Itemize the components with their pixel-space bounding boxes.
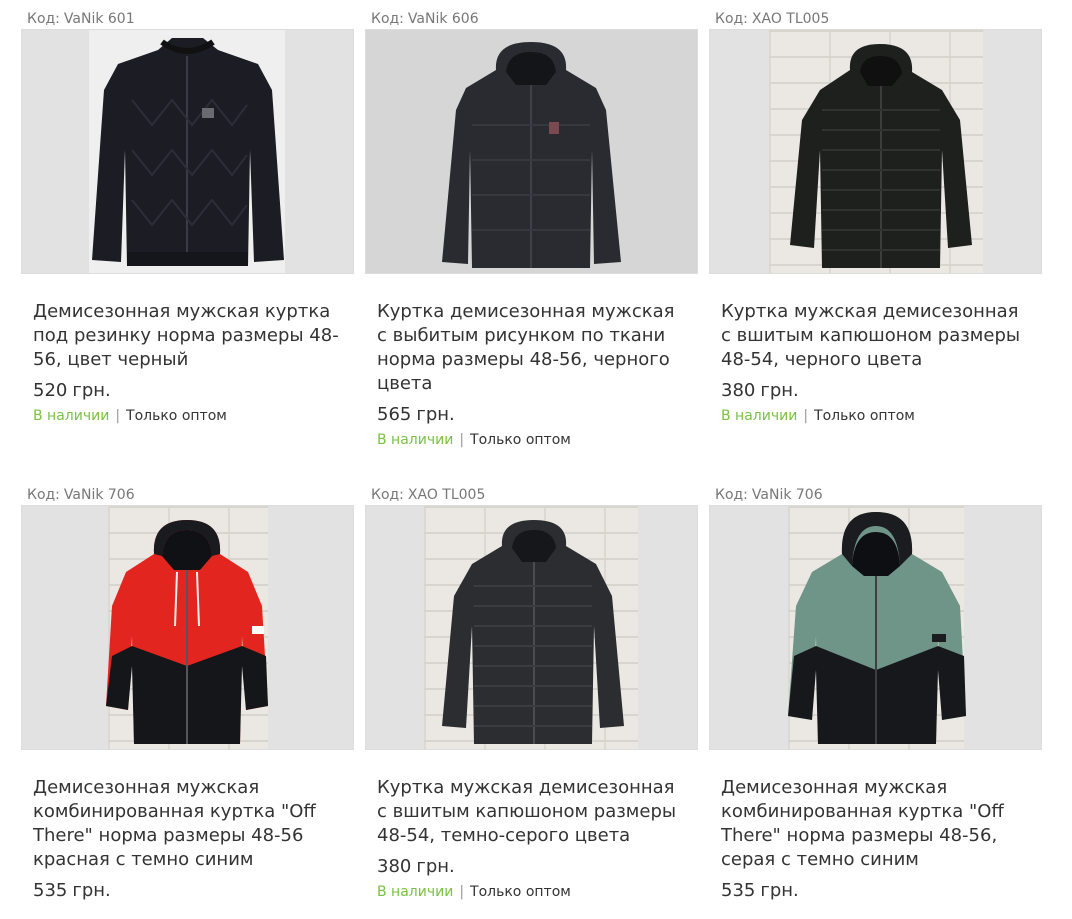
stock-status: В наличии [33,408,110,424]
product-image[interactable] [21,505,354,750]
product-title-link[interactable]: Демисезонная мужская комбинированная кур… [721,776,1030,872]
product-code-label: Код: [27,487,60,503]
product-image[interactable] [365,505,698,750]
product-code-label: Код: [371,11,404,27]
product-card: Код: XAO TL005 Куртка мужская демисезонна… [365,485,698,901]
product-title-link[interactable]: Демисезонная мужская комбинированная кур… [33,776,342,872]
product-code-value: VaNik 606 [407,11,479,27]
product-code-value: XAO TL005 [751,11,830,27]
wholesale-note: Только оптом [470,432,571,448]
stock-status: В наличии [721,408,798,424]
jacket-photo [788,512,966,744]
product-code-value: VaNik 601 [63,11,135,27]
price-currency: грн. [72,380,111,401]
product-availability: В наличии | Только оптом [721,407,1030,425]
product-code-label: Код: [715,11,748,27]
price-value: 565 [377,404,412,425]
jacket-photo [442,42,621,268]
price-value: 535 [721,880,756,901]
meta-separator: | [803,408,809,424]
product-image[interactable] [365,29,698,274]
price-currency: грн. [760,380,799,401]
product-grid: Код: VaNik 601 Демисезонная мужская куртк… [0,0,1072,919]
product-price: 380 грн. [721,379,1030,403]
product-card: Код: VaNik 606 Куртка демисезонная мужска… [365,9,698,449]
stock-status: В наличии [377,432,454,448]
product-price: 535 грн. [721,879,1030,903]
price-value: 520 [33,380,68,401]
price-value: 380 [377,856,412,877]
meta-separator: | [115,408,121,424]
product-code: Код: VaNik 706 [21,485,354,505]
product-code-value: VaNik 706 [751,487,823,503]
product-price: 520 грн. [33,379,342,403]
product-card: Код: VaNik 706 Демисезонная мужская комби… [709,485,1042,903]
wholesale-note: Только оптом [470,884,571,900]
price-currency: грн. [416,404,455,425]
product-image[interactable] [709,505,1042,750]
product-card: Код: XAO TL005 Куртка мужская демисезонна… [709,9,1042,425]
product-price: 380 грн. [377,855,686,879]
jacket-photo [106,520,268,744]
product-code: Код: VaNik 606 [365,9,698,29]
price-value: 380 [721,380,756,401]
jacket-photo [92,38,284,266]
price-value: 535 [33,880,68,901]
product-code: Код: XAO TL005 [365,485,698,505]
product-code: Код: VaNik 601 [21,9,354,29]
product-code-label: Код: [715,487,748,503]
product-title-link[interactable]: Демисезонная мужская куртка под резинку … [33,300,342,372]
product-code-value: XAO TL005 [407,487,486,503]
price-currency: грн. [760,880,799,901]
jacket-photo [790,44,972,268]
product-card: Код: VaNik 601 Демисезонная мужская куртк… [21,9,354,425]
product-availability: В наличии | Только оптом [33,407,342,425]
price-currency: грн. [72,880,111,901]
product-availability: В наличии | Только оптом [377,431,686,449]
product-card: Код: VaNik 706 Демисезонная мужская комби… [21,485,354,903]
product-code: Код: VaNik 706 [709,485,1042,505]
wholesale-note: Только оптом [814,408,915,424]
wholesale-note: Только оптом [126,408,227,424]
meta-separator: | [459,884,465,900]
product-title-link[interactable]: Куртка демисезонная мужская с выбитым ри… [377,300,686,396]
product-image[interactable] [709,29,1042,274]
jacket-photo [442,520,624,744]
stock-status: В наличии [377,884,454,900]
product-price: 535 грн. [33,879,342,903]
product-code-value: VaNik 706 [63,487,135,503]
product-code: Код: XAO TL005 [709,9,1042,29]
price-currency: грн. [416,856,455,877]
product-title-link[interactable]: Куртка мужская демисезонная с вшитым кап… [721,300,1030,372]
product-code-label: Код: [27,11,60,27]
product-price: 565 грн. [377,403,686,427]
product-code-label: Код: [371,487,404,503]
product-availability: В наличии | Только оптом [377,883,686,901]
product-title-link[interactable]: Куртка мужская демисезонная с вшитым кап… [377,776,686,848]
meta-separator: | [459,432,465,448]
product-image[interactable] [21,29,354,274]
